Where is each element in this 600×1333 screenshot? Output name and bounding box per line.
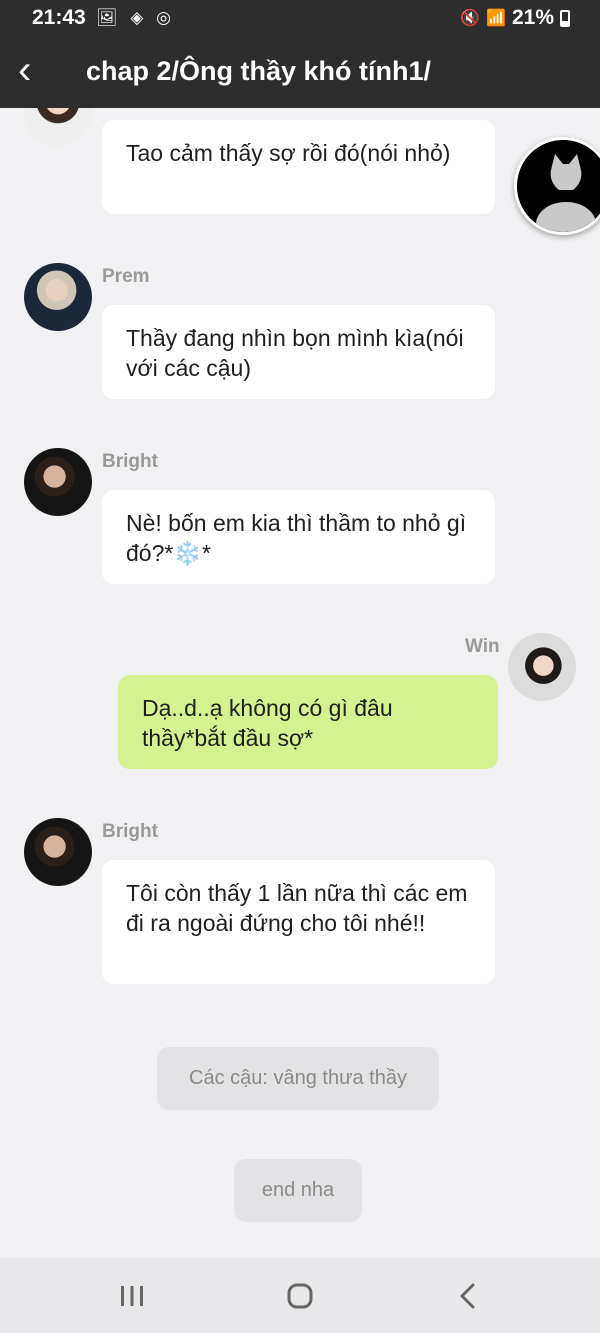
message-bubble[interactable]: Tôi còn thấy 1 lần nữa thì các em đi ra …	[102, 860, 495, 984]
message-text: Nè! bốn em kia thì thầm to nhỏ gì đó?*❄️…	[126, 510, 467, 566]
battery-level: 21%	[511, 6, 554, 29]
status-bar: 21:43 🖼 ◈ ◎ 🔇 📶 21%	[0, 0, 600, 36]
profile-fab[interactable]	[514, 137, 600, 235]
message-bubble[interactable]: Nè! bốn em kia thì thầm to nhỏ gì đó?*❄️…	[102, 490, 495, 584]
battery-icon	[560, 9, 570, 27]
mute-icon: 🔇	[460, 10, 481, 27]
sender-name: Bright	[102, 451, 158, 472]
wifi-icon: 📶	[486, 10, 506, 27]
message-bubble[interactable]: Tao cảm thấy sợ rồi đó(nói nhỏ)	[102, 120, 495, 214]
message-text: Dạ..d..ạ không có gì đâu thầy*bắt đầu sợ…	[142, 695, 393, 751]
avatar[interactable]	[24, 108, 92, 146]
location-icon: ◈	[130, 8, 148, 27]
chevron-left-icon[interactable]: ‹	[18, 50, 31, 90]
avatar[interactable]	[24, 448, 92, 516]
system-message: Các cậu: vâng thưa thầy	[157, 1047, 439, 1110]
message-text: Thầy đang nhìn bọn mình kìa(nói với các …	[126, 325, 464, 381]
messenger-icon: ◎	[156, 8, 175, 27]
avatar[interactable]	[24, 263, 92, 331]
chat-header: ‹ chap 2/Ông thầy khó tính1/	[0, 36, 600, 108]
image-icon: 🖼	[96, 8, 122, 27]
message-text: Tao cảm thấy sợ rồi đó(nói nhỏ)	[126, 140, 451, 166]
sender-name: Bright	[102, 821, 158, 842]
system-message: end nha	[234, 1159, 362, 1222]
status-time: 21:43	[32, 6, 86, 29]
avatar[interactable]	[508, 633, 576, 701]
sender-name: Prem	[102, 266, 150, 287]
recent-apps-icon[interactable]	[112, 1278, 152, 1314]
message-bubble[interactable]: Dạ..d..ạ không có gì đâu thầy*bắt đầu sợ…	[118, 675, 498, 769]
sender-name: Win	[465, 636, 500, 657]
back-icon[interactable]	[448, 1278, 488, 1314]
page-title: chap 2/Ông thầy khó tính1/	[86, 56, 432, 86]
user-cat-icon	[517, 140, 600, 232]
navigation-bar	[0, 1258, 600, 1333]
chat-area[interactable]: Tao cảm thấy sợ rồi đó(nói nhỏ) Prem Thầ…	[0, 108, 600, 1258]
home-icon[interactable]	[280, 1278, 320, 1314]
message-text: Tôi còn thấy 1 lần nữa thì các em đi ra …	[126, 880, 468, 936]
avatar[interactable]	[24, 818, 92, 886]
message-bubble[interactable]: Thầy đang nhìn bọn mình kìa(nói với các …	[102, 305, 495, 399]
